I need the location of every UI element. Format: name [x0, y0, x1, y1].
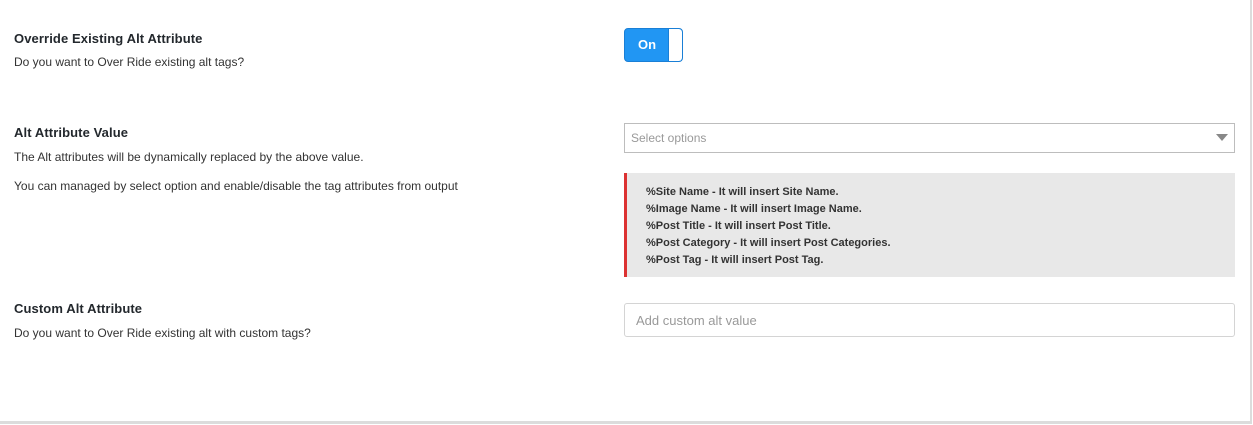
alt-value-help: You can managed by select option and ena…: [14, 179, 458, 193]
override-alt-title: Override Existing Alt Attribute: [14, 31, 203, 46]
info-line-site-name: %Site Name - It will insert Site Name.: [646, 186, 839, 198]
settings-panel: Override Existing Alt Attribute Do you w…: [0, 0, 1252, 424]
toggle-on-label: On: [637, 37, 657, 52]
select-placeholder: Select options: [631, 131, 707, 145]
info-line-post-category: %Post Category - It will insert Post Cat…: [646, 237, 891, 249]
chevron-down-icon: [1216, 134, 1228, 141]
alt-value-description: The Alt attributes will be dynamically r…: [14, 150, 364, 164]
override-alt-description: Do you want to Over Ride existing alt ta…: [14, 55, 245, 69]
info-line-post-tag: %Post Tag - It will insert Post Tag.: [646, 254, 824, 266]
placeholder-info-box: %Site Name - It will insert Site Name. %…: [624, 173, 1235, 277]
custom-alt-description: Do you want to Over Ride existing alt wi…: [14, 326, 311, 340]
info-line-post-title: %Post Title - It will insert Post Title.: [646, 220, 831, 232]
override-alt-toggle[interactable]: On: [624, 28, 683, 62]
custom-alt-input[interactable]: [624, 303, 1235, 337]
toggle-knob: [668, 29, 682, 61]
alt-value-select[interactable]: Select options: [624, 123, 1235, 153]
info-line-image-name: %Image Name - It will insert Image Name.: [646, 203, 862, 215]
alt-value-title: Alt Attribute Value: [14, 125, 129, 140]
custom-alt-title: Custom Alt Attribute: [14, 301, 143, 316]
